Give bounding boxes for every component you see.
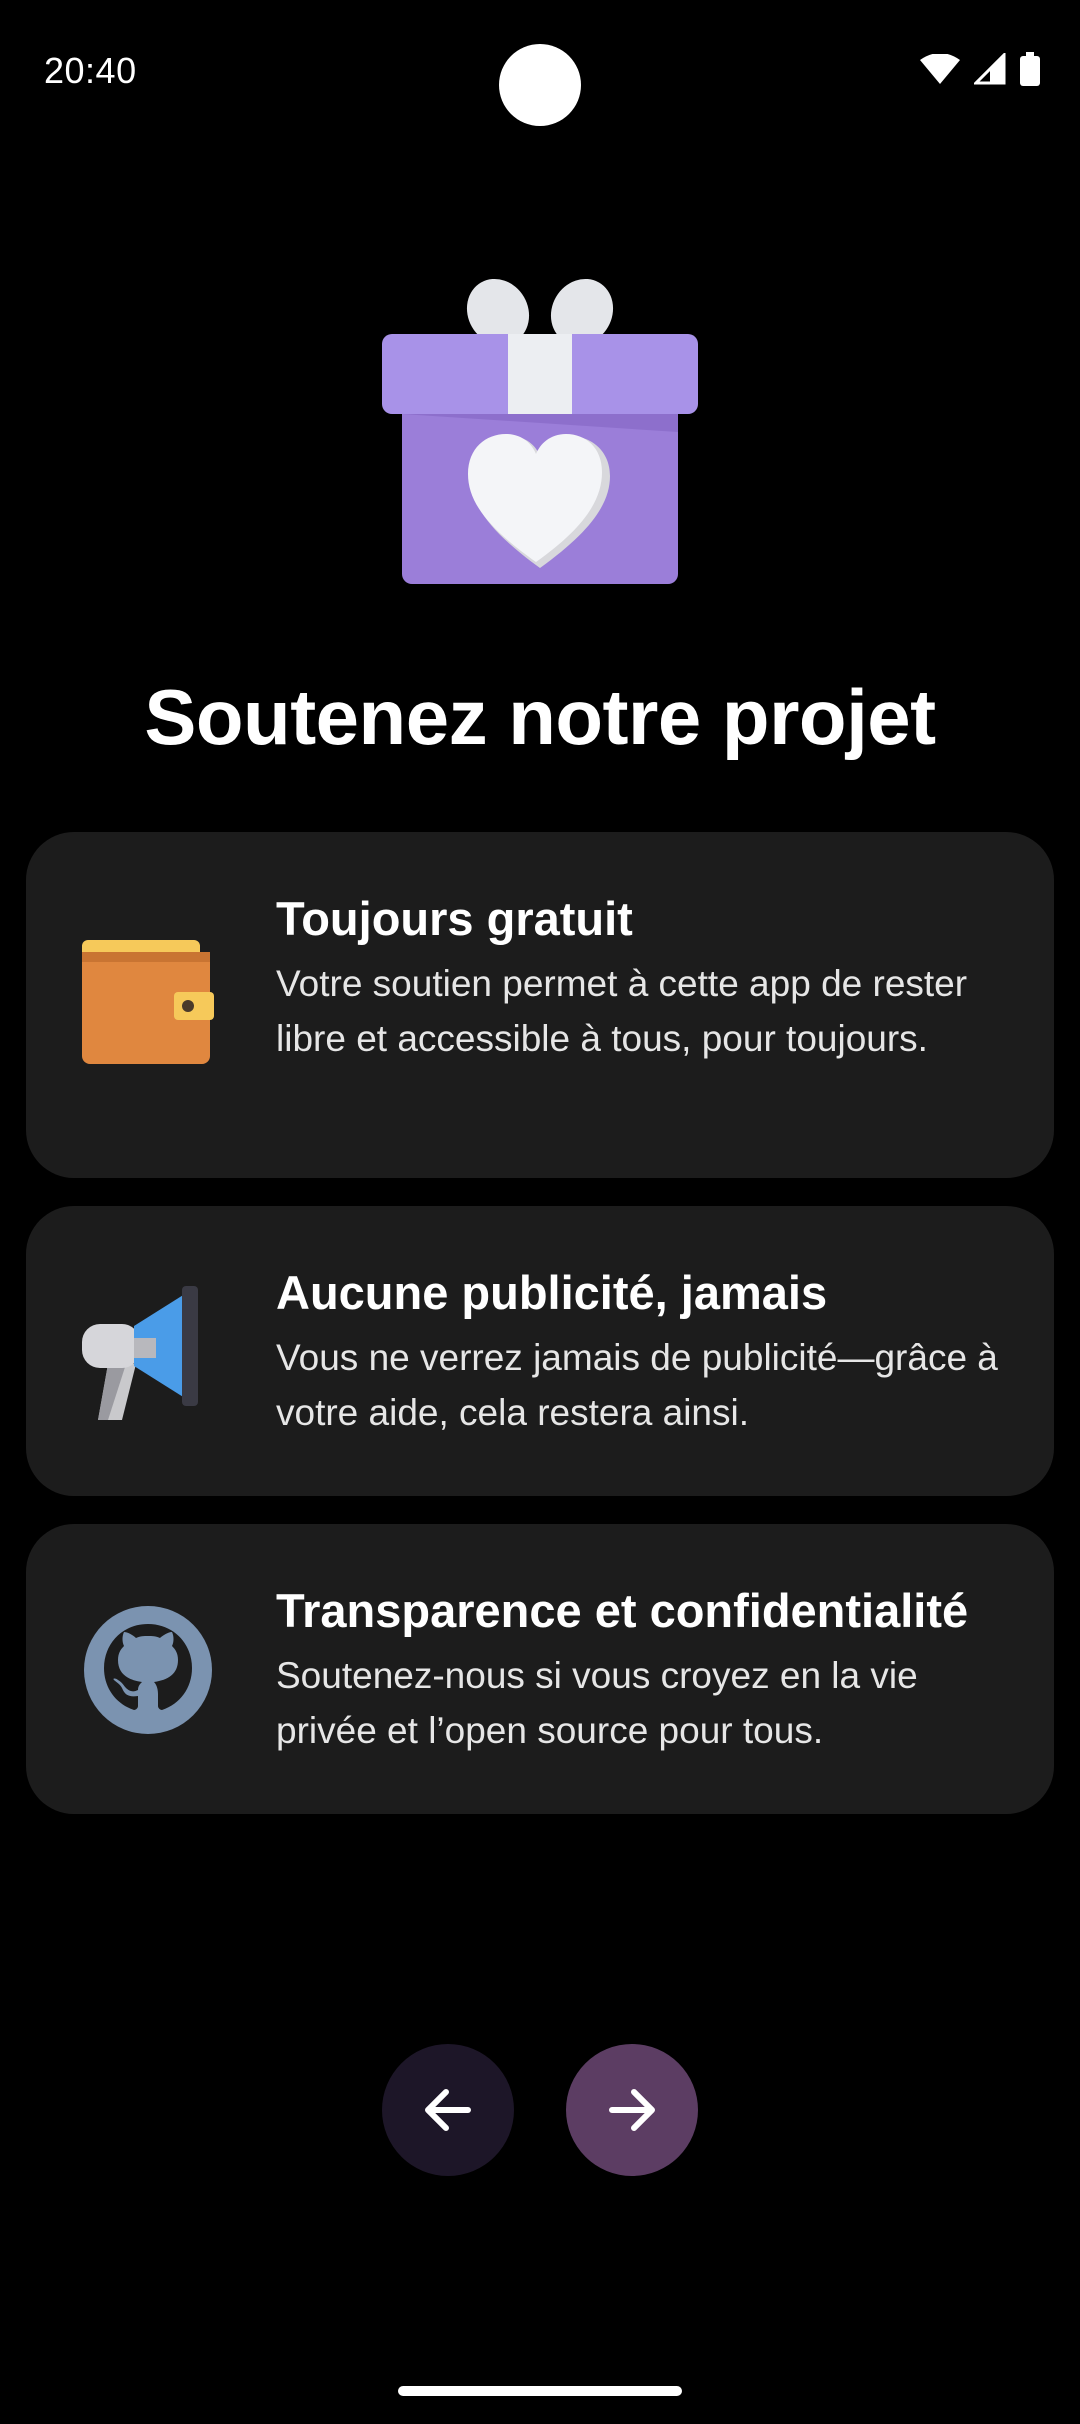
arrow-left-icon xyxy=(425,2089,471,2131)
card-text: Toujours gratuit Votre soutien permet à … xyxy=(276,892,1014,1066)
feature-card-no-ads: Aucune publicité, jamais Vous ne verrez … xyxy=(26,1206,1054,1496)
wifi-icon xyxy=(920,54,960,84)
arrow-right-icon xyxy=(609,2089,655,2131)
status-bar: 20:40 xyxy=(0,0,1080,140)
wallet-icon xyxy=(82,940,214,1064)
card-text: Aucune publicité, jamais Vous ne verrez … xyxy=(276,1266,1014,1440)
megaphone-icon xyxy=(82,1286,198,1420)
page-title: Soutenez notre projet xyxy=(144,673,936,761)
previous-button[interactable] xyxy=(382,2044,514,2176)
card-description: Soutenez-nous si vous croyez en la vie p… xyxy=(276,1655,918,1752)
card-title: Transparence et confidentialité xyxy=(276,1584,969,1637)
card-text: Transparence et confidentialité Soutenez… xyxy=(276,1584,1014,1758)
card-title: Aucune publicité, jamais xyxy=(276,1266,828,1319)
status-icons xyxy=(920,52,1040,86)
card-description: Vous ne verrez jamais de publicité—grâce… xyxy=(276,1337,998,1434)
signal-icon xyxy=(974,53,1006,85)
battery-icon xyxy=(1020,52,1040,86)
status-time: 20:40 xyxy=(44,50,137,91)
feature-card-transparency: Transparence et confidentialité Soutenez… xyxy=(26,1524,1054,1814)
next-button[interactable] xyxy=(566,2044,698,2176)
camera-cutout xyxy=(499,44,581,126)
github-icon xyxy=(84,1606,212,1734)
feature-card-free: Toujours gratuit Votre soutien permet à … xyxy=(26,832,1054,1178)
card-description: Votre soutien permet à cette app de rest… xyxy=(276,963,968,1060)
home-indicator[interactable] xyxy=(398,2386,682,2396)
card-title: Toujours gratuit xyxy=(276,892,633,945)
gift-heart-icon xyxy=(382,278,698,584)
